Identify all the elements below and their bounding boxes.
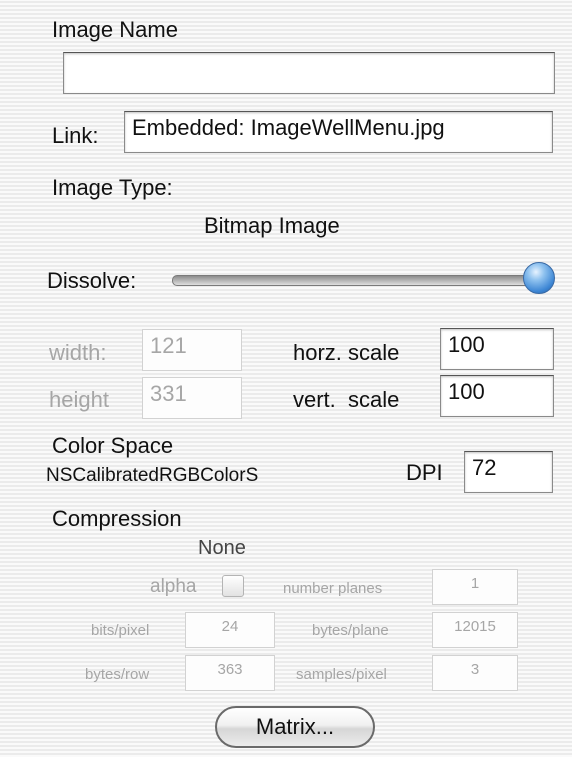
- link-label: Link:: [52, 123, 99, 148]
- horz-scale-field[interactable]: 100: [440, 328, 554, 370]
- width-field: 121: [142, 329, 242, 371]
- compression-value: None: [198, 537, 246, 559]
- link-field[interactable]: Embedded: ImageWellMenu.jpg: [124, 111, 553, 153]
- compression-label: Compression: [52, 506, 182, 531]
- bytes-per-row-field: 363: [185, 655, 275, 691]
- color-space-label: Color Space: [52, 433, 174, 458]
- bytes-per-row-label: bytes/row: [85, 666, 150, 683]
- width-label: width:: [49, 340, 107, 365]
- bytes-per-plane-label: bytes/plane: [312, 622, 389, 639]
- alpha-label: alpha: [150, 576, 197, 597]
- bits-per-pixel-field: 24: [185, 612, 275, 648]
- vert-scale-field[interactable]: 100: [440, 375, 554, 417]
- height-field: 331: [142, 377, 242, 419]
- number-planes-label: number planes: [283, 580, 383, 597]
- dissolve-slider-track[interactable]: [172, 275, 540, 286]
- matrix-button[interactable]: Matrix...: [215, 706, 375, 748]
- color-space-value: NSCalibratedRGBColorS: [46, 465, 259, 486]
- vert-scale-label: vert. scale: [293, 387, 400, 412]
- number-planes-field: 1: [432, 569, 518, 605]
- image-type-value: Bitmap Image: [204, 213, 340, 238]
- dissolve-slider-knob[interactable]: [523, 262, 555, 294]
- samples-per-pixel-field: 3: [432, 655, 518, 691]
- image-type-label: Image Type:: [52, 175, 173, 200]
- bytes-per-plane-field: 12015: [432, 612, 518, 648]
- alpha-checkbox: [222, 575, 244, 597]
- height-label: height: [49, 387, 109, 412]
- dpi-field[interactable]: 72: [464, 451, 553, 493]
- dissolve-label: Dissolve:: [47, 268, 137, 293]
- horz-scale-label: horz. scale: [293, 340, 400, 365]
- image-name-field[interactable]: [63, 52, 555, 94]
- dpi-label: DPI: [406, 460, 443, 485]
- bits-per-pixel-label: bits/pixel: [91, 622, 150, 639]
- image-name-label: Image Name: [52, 17, 178, 42]
- samples-per-pixel-label: samples/pixel: [296, 666, 387, 683]
